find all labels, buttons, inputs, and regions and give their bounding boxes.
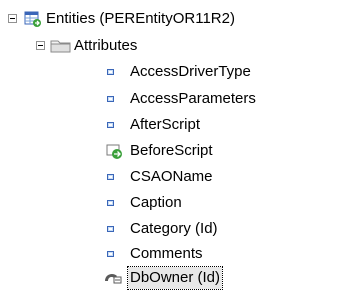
tree-item-label[interactable]: Category (Id) (130, 218, 218, 240)
property-icon (107, 251, 114, 257)
folder-icon (50, 37, 72, 55)
property-icon (107, 122, 114, 128)
property-icon (107, 174, 114, 180)
property-icon (107, 226, 114, 232)
property-icon (107, 96, 114, 102)
tree-item-label[interactable]: Comments (130, 243, 203, 265)
tree-root-label[interactable]: Entities (PEREntityOR11R2) (46, 8, 235, 30)
property-icon (107, 69, 114, 75)
tree-item-label[interactable]: AccessParameters (130, 88, 256, 110)
tree-item-label[interactable]: CSAOName (130, 166, 213, 188)
script-arrow-icon (106, 143, 126, 161)
tree-item-label[interactable]: BeforeScript (130, 140, 213, 162)
collapse-attributes-toggle[interactable] (36, 41, 45, 50)
property-icon (107, 200, 114, 206)
collapse-root-toggle[interactable] (8, 14, 17, 23)
tree-group-label[interactable]: Attributes (74, 35, 137, 57)
tree-item-label[interactable]: AfterScript (130, 114, 200, 136)
owner-key-icon (102, 265, 124, 287)
tree-item-label[interactable]: Caption (130, 192, 182, 214)
entity-table-icon (24, 10, 42, 28)
tree-item-label[interactable]: AccessDriverType (130, 61, 251, 83)
tree-item-label-selected[interactable]: DbOwner (Id) (126, 266, 224, 290)
